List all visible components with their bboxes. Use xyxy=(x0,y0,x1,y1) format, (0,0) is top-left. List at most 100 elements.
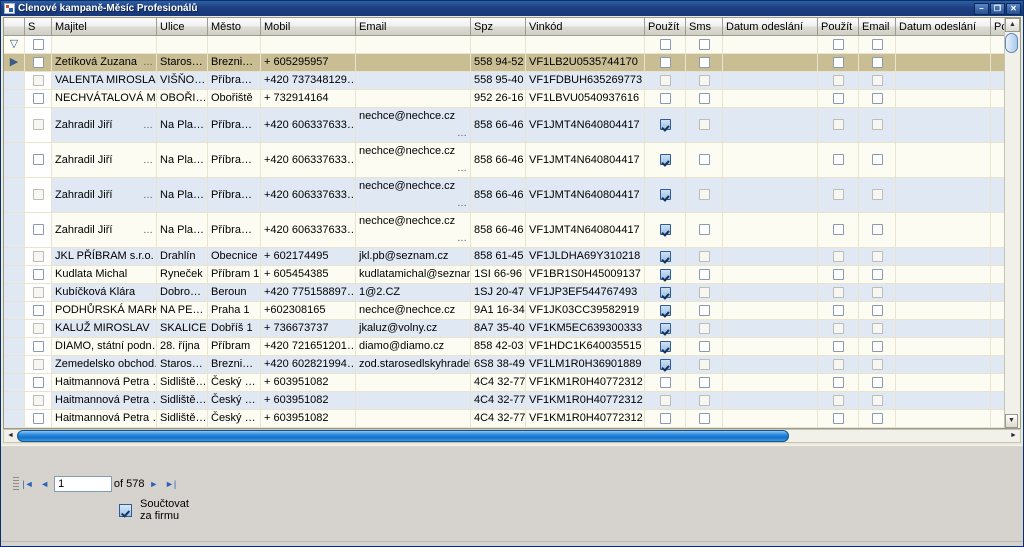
row-selector[interactable] xyxy=(4,301,25,320)
cell-pouzit_email[interactable] xyxy=(817,355,859,374)
cell-emailc[interactable] xyxy=(858,409,896,428)
checkbox-pouzit_email[interactable] xyxy=(832,92,844,104)
cell-sms[interactable] xyxy=(685,409,723,428)
cell-pouzit_email[interactable] xyxy=(817,35,859,54)
cell-pouzit_email[interactable] xyxy=(817,177,859,213)
table-row[interactable]: JKL PŘÍBRAM s.r.o. Drahlín Obecnice + 60217… xyxy=(4,247,1020,266)
checkbox-pouzit_sms[interactable] xyxy=(659,322,671,334)
cell-pouzit_email[interactable] xyxy=(817,53,859,72)
row-selector[interactable] xyxy=(4,355,25,374)
scroll-up-button[interactable]: ▲ xyxy=(1005,18,1020,32)
cell-s[interactable] xyxy=(24,107,52,143)
checkbox-emailc[interactable] xyxy=(871,286,883,298)
checkbox-sms[interactable] xyxy=(698,304,710,316)
cell-pouzit_email[interactable] xyxy=(817,89,859,108)
cell-sms[interactable] xyxy=(685,283,723,302)
horizontal-scroll-thumb[interactable] xyxy=(17,430,790,442)
cell-s[interactable] xyxy=(24,142,52,178)
checkbox-emailc[interactable] xyxy=(871,92,883,104)
table-row[interactable]: DIAMO, státní podn… 28. října Příbram +420 … xyxy=(4,337,1020,356)
table-row[interactable]: Kubíčková Klára Dobro… Beroun +420 77515889… xyxy=(4,283,1020,302)
scroll-down-button[interactable]: ▼ xyxy=(1005,414,1018,428)
cell-emailc[interactable] xyxy=(858,212,896,248)
current-row-indicator[interactable]: ▶ xyxy=(4,53,25,72)
checkbox-emailc[interactable] xyxy=(871,56,883,68)
cell-pouzit_email[interactable] xyxy=(817,409,859,428)
cell-emailc[interactable] xyxy=(858,391,896,410)
cell-pouzit_sms[interactable] xyxy=(644,247,686,266)
column-header-mesto[interactable]: Město xyxy=(207,18,261,36)
cell-pouzit_sms[interactable] xyxy=(644,142,686,178)
cell-emailc[interactable] xyxy=(858,355,896,374)
checkbox-pouzit_sms[interactable] xyxy=(659,304,671,316)
checkbox-pouzit_sms[interactable] xyxy=(659,224,671,236)
row-selector[interactable] xyxy=(4,391,25,410)
cell-pouzit_email[interactable] xyxy=(817,337,859,356)
record-position-input[interactable]: 1 xyxy=(54,476,112,492)
column-header-ulice[interactable]: Ulice xyxy=(156,18,208,36)
checkbox-pouzit_sms[interactable] xyxy=(659,38,671,50)
new-row-indicator[interactable]: ▽ xyxy=(4,35,25,54)
cell-sms[interactable] xyxy=(685,247,723,266)
next-record-button[interactable]: ► xyxy=(146,476,161,492)
checkbox-s[interactable] xyxy=(32,250,44,262)
checkbox-pouzit_sms[interactable] xyxy=(659,286,671,298)
cell-pouzit_email[interactable] xyxy=(817,319,859,338)
previous-record-button[interactable]: ◄ xyxy=(37,476,52,492)
row-selector[interactable] xyxy=(4,177,25,213)
checkbox-sms[interactable] xyxy=(698,154,710,166)
close-button[interactable]: ✕ xyxy=(1006,2,1021,15)
column-header-emailc[interactable]: Email xyxy=(858,18,896,36)
table-row[interactable]: Zahradil Jiří … Na Pla… Příbra… +420 6063376… xyxy=(4,142,1020,178)
checkbox-sms[interactable] xyxy=(698,268,710,280)
cell-pouzit_email[interactable] xyxy=(817,142,859,178)
checkbox-s[interactable] xyxy=(32,189,44,201)
checkbox-emailc[interactable] xyxy=(871,119,883,131)
row-selector[interactable] xyxy=(4,107,25,143)
checkbox-sms[interactable] xyxy=(698,189,710,201)
checkbox-sms[interactable] xyxy=(698,224,710,236)
vertical-scroll-thumb[interactable] xyxy=(1005,33,1018,53)
cell-emailc[interactable] xyxy=(858,107,896,143)
checkbox-sms[interactable] xyxy=(698,38,710,50)
cell-pouzit_email[interactable] xyxy=(817,391,859,410)
cell-sms[interactable] xyxy=(685,301,723,320)
cell-pouzit_sms[interactable] xyxy=(644,319,686,338)
checkbox-emailc[interactable] xyxy=(871,322,883,334)
checkbox-s[interactable] xyxy=(32,224,44,236)
cell-sms[interactable] xyxy=(685,337,723,356)
column-header-pouzit_email[interactable]: Použít xyxy=(817,18,859,36)
table-row[interactable]: ▽ xyxy=(4,35,1020,54)
checkbox-pouzit_email[interactable] xyxy=(832,340,844,352)
cell-s[interactable] xyxy=(24,265,52,284)
checkbox-emailc[interactable] xyxy=(871,224,883,236)
grid-horizontal-scrollbar[interactable]: ◄ ► xyxy=(3,429,1021,443)
checkbox-s[interactable] xyxy=(32,412,44,424)
checkbox-sms[interactable] xyxy=(698,250,710,262)
table-row[interactable]: VALENTA MIROSLA… VIŠŇO… Příbra… +420 737348… xyxy=(4,71,1020,90)
checkbox-emailc[interactable] xyxy=(871,74,883,86)
checkbox-sms[interactable] xyxy=(698,340,710,352)
cell-s[interactable] xyxy=(24,301,52,320)
checkbox-s[interactable] xyxy=(32,56,44,68)
cell-emailc[interactable] xyxy=(858,35,896,54)
cell-pouzit_email[interactable] xyxy=(817,373,859,392)
sum-per-company-checkbox[interactable] xyxy=(119,503,132,517)
checkbox-pouzit_email[interactable] xyxy=(832,268,844,280)
checkbox-pouzit_email[interactable] xyxy=(832,38,844,50)
checkbox-emailc[interactable] xyxy=(871,412,883,424)
restore-button[interactable]: ❐ xyxy=(990,2,1005,15)
cell-pouzit_sms[interactable] xyxy=(644,409,686,428)
checkbox-pouzit_sms[interactable] xyxy=(659,340,671,352)
cell-emailc[interactable] xyxy=(858,319,896,338)
column-header-mobil[interactable]: Mobil xyxy=(260,18,356,36)
checkbox-emailc[interactable] xyxy=(871,376,883,388)
checkbox-sms[interactable] xyxy=(698,119,710,131)
checkbox-pouzit_email[interactable] xyxy=(832,56,844,68)
column-header-majitel[interactable]: Majitel xyxy=(51,18,157,36)
checkbox-pouzit_email[interactable] xyxy=(832,74,844,86)
cell-s[interactable] xyxy=(24,319,52,338)
table-row[interactable]: NECHVÁTALOVÁ M… OBOŘI… Obořiště + 732914164… xyxy=(4,89,1020,108)
checkbox-emailc[interactable] xyxy=(871,268,883,280)
cell-pouzit_email[interactable] xyxy=(817,301,859,320)
